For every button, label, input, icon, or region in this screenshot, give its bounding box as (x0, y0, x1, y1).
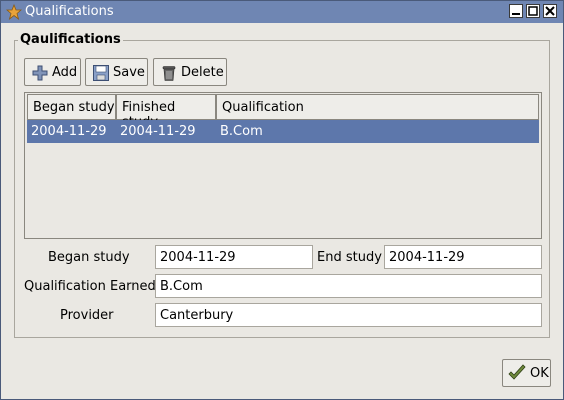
close-icon (545, 6, 555, 16)
close-button[interactable] (543, 4, 557, 18)
cell-began-study: 2004-11-29 (31, 124, 107, 139)
cell-finished-study: 2004-11-29 (120, 124, 196, 139)
began-study-label: Began study (48, 250, 130, 265)
began-study-field[interactable]: 2004-11-29 (155, 245, 313, 269)
delete-button-label: Delete (181, 65, 224, 80)
table-row[interactable]: 2004-11-29 2004-11-29 B.Com (27, 120, 539, 143)
column-header-finished-study[interactable]: Finished study (116, 94, 216, 130)
qualification-earned-label: Qualification Earned (24, 279, 156, 294)
end-study-label: End study (317, 250, 382, 265)
delete-button[interactable]: Delete (153, 58, 227, 86)
save-button-label: Save (113, 65, 145, 80)
title-bar[interactable]: Qualifications (1, 1, 563, 23)
maximize-button[interactable] (526, 4, 540, 18)
qualifications-table[interactable]: Began study Finished study Qualification… (24, 92, 542, 239)
floppy-disk-icon (93, 65, 109, 81)
group-title: Qaulifications (18, 32, 123, 47)
window-title: Qualifications (25, 4, 114, 19)
minimize-icon (512, 13, 520, 15)
add-button[interactable]: Add (24, 58, 81, 86)
provider-label: Provider (60, 308, 114, 323)
plus-icon (32, 65, 48, 81)
provider-field[interactable]: Canterbury (155, 303, 542, 327)
maximize-icon (528, 6, 538, 16)
ok-button[interactable]: OK (502, 359, 551, 387)
dialog-window: Qualifications Qaulifications Add Save D… (0, 0, 564, 400)
ok-button-label: OK (530, 366, 549, 381)
end-study-field[interactable]: 2004-11-29 (384, 245, 542, 269)
column-header-began-study[interactable]: Began study (27, 94, 116, 120)
minimize-button[interactable] (509, 4, 523, 18)
trash-can-icon (162, 66, 176, 81)
save-button[interactable]: Save (85, 58, 148, 86)
star-icon (6, 4, 22, 20)
checkmark-icon (508, 364, 526, 380)
add-button-label: Add (52, 65, 78, 80)
qualification-earned-field[interactable]: B.Com (155, 274, 542, 298)
cell-qualification: B.Com (220, 124, 263, 139)
column-header-qualification[interactable]: Qualification (216, 94, 539, 120)
